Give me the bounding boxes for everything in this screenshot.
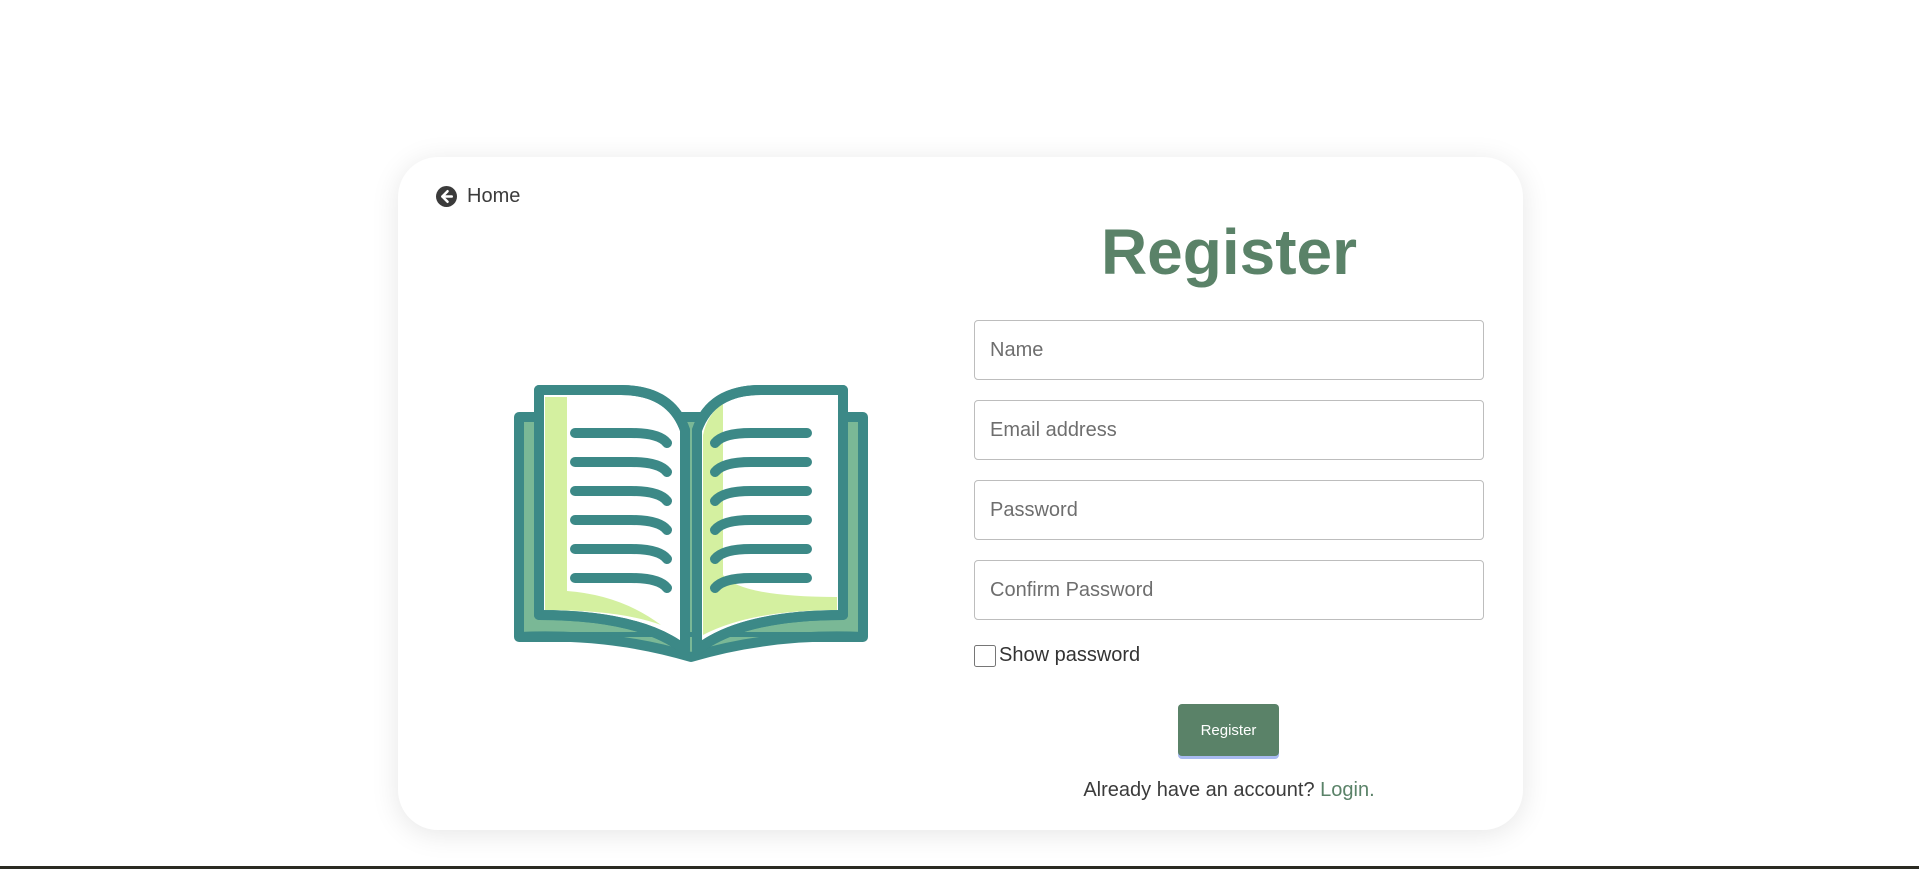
arrow-circle-left-icon xyxy=(436,186,457,207)
name-field[interactable] xyxy=(974,320,1484,380)
login-link[interactable]: Login xyxy=(1320,779,1369,801)
show-password-label: Show password xyxy=(999,644,1141,666)
open-book-icon xyxy=(511,385,871,665)
login-prompt-text: Already have an account? xyxy=(1083,779,1315,801)
home-link[interactable]: Home xyxy=(436,185,520,208)
page-title: Register xyxy=(1100,216,1358,288)
register-card: Home Register Name Email address Show pa… xyxy=(398,157,1523,830)
email-field[interactable] xyxy=(974,400,1484,460)
password-field[interactable] xyxy=(974,480,1484,540)
register-button[interactable]: Register xyxy=(1178,704,1279,756)
show-password-checkbox[interactable] xyxy=(974,644,996,667)
show-password-toggle[interactable]: Show password xyxy=(974,644,1140,667)
login-prompt: Already have an account? Login. xyxy=(974,779,1484,802)
home-link-label: Home xyxy=(467,185,521,207)
confirm-password-field[interactable] xyxy=(974,560,1484,620)
login-link-suffix: . xyxy=(1369,779,1375,801)
register-page: Home Register Name Email address Show pa… xyxy=(0,0,1919,869)
